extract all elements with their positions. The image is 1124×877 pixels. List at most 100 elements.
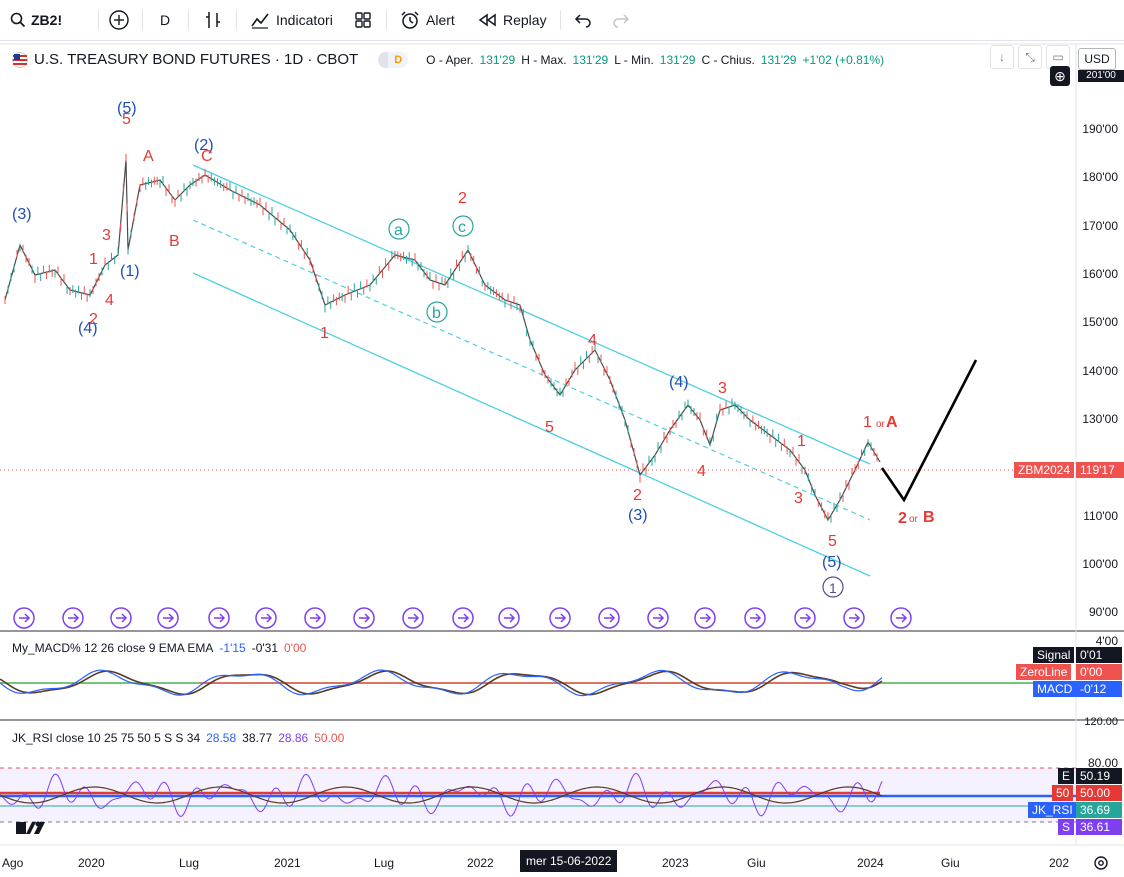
collapse-button[interactable]: ⤡ [1018, 45, 1042, 69]
rsi-value-4: 50.00 [314, 731, 345, 745]
event-marker-icon[interactable] [110, 607, 132, 629]
event-marker-icon[interactable] [62, 607, 84, 629]
event-marker-icon[interactable] [694, 607, 716, 629]
price-tick: 180'00 [1082, 170, 1118, 184]
event-marker-icon[interactable] [549, 607, 571, 629]
wave-label-red[interactable]: 2 [898, 510, 907, 527]
ohlc-low: 131'29 [659, 52, 696, 67]
price-tick: 130'00 [1082, 412, 1118, 426]
chart-title[interactable]: U.S. TREASURY BOND FUTURES · 1D · CBOT [34, 51, 358, 68]
trend-channel[interactable] [192, 164, 871, 577]
rsi-mid-label: 50 [1052, 785, 1074, 801]
macd-value-1: -1'15 [219, 641, 246, 655]
ohlc-close: 131'29 [760, 52, 797, 67]
ohlc-open-label: O - Aper. [426, 52, 474, 67]
time-tick: 2024 [857, 856, 884, 870]
wave-label-red[interactable]: 3 [718, 380, 727, 397]
wave-label-red[interactable]: 2 [89, 311, 98, 328]
wave-label-red[interactable]: 3 [102, 227, 111, 244]
rsi-e-label: E [1058, 768, 1075, 784]
wave-label-red[interactable]: 3 [794, 490, 803, 507]
wave-label-or: or [909, 514, 919, 525]
currency-selector[interactable]: USD [1078, 48, 1116, 70]
event-marker-icon[interactable] [843, 607, 865, 629]
price-tick: 140'00 [1082, 364, 1118, 378]
collapse-icon: ⤡ [1025, 49, 1035, 64]
time-tick: 2022 [467, 856, 494, 870]
rsi-e-value: 50.19 [1076, 768, 1122, 784]
us-flag-icon [12, 51, 28, 68]
wave-label-green[interactable]: b [432, 305, 441, 322]
macd-label: MACD [1033, 681, 1077, 697]
status-dots[interactable]: D [378, 51, 409, 68]
event-marker-icon[interactable] [890, 607, 912, 629]
event-marker-icon[interactable] [208, 607, 230, 629]
currency-label: USD [1084, 52, 1110, 66]
wave-label-red[interactable]: 2 [458, 190, 467, 207]
event-marker-icon[interactable] [598, 607, 620, 629]
event-marker-icon[interactable] [794, 607, 816, 629]
symbol-legend: U.S. TREASURY BOND FUTURES · 1D · CBOT D… [12, 51, 884, 68]
wave-label-blue[interactable]: (3) [628, 507, 648, 524]
wave-label-red[interactable]: 1 [320, 325, 329, 342]
event-marker-icon[interactable] [157, 607, 179, 629]
macd-value: -0'12 [1076, 681, 1122, 697]
time-tick: Giu [747, 856, 766, 870]
wave-label-red[interactable]: 1 [89, 251, 98, 268]
event-marker-icon[interactable] [304, 607, 326, 629]
wave-label-red[interactable]: 4 [588, 332, 597, 349]
wave-label-red[interactable]: 5 [828, 533, 837, 550]
wave-label-green[interactable]: a [394, 222, 403, 239]
macd-axis-top: 4'00 [1095, 634, 1118, 648]
event-marker-icon[interactable] [353, 607, 375, 629]
wave-label-blue[interactable]: (4) [669, 374, 689, 391]
event-marker-icon[interactable] [647, 607, 669, 629]
wave-label-blue[interactable]: (3) [12, 206, 32, 223]
wave-label-red[interactable]: 4 [697, 463, 706, 480]
current-price-tag: 119'17 [1076, 462, 1124, 478]
wave-label-red[interactable]: C [201, 148, 213, 165]
rsi-s-label: S [1058, 819, 1075, 835]
wave-label-red[interactable]: A [886, 414, 898, 431]
wave-label-blue[interactable]: (5) [822, 554, 842, 571]
wave-label-green[interactable]: c [458, 219, 466, 236]
wave-label-red[interactable]: 5 [122, 111, 131, 128]
wave-label-red[interactable]: 1 [797, 433, 806, 450]
ohlc-low-label: L - Min. [614, 52, 654, 67]
wave-label-red[interactable]: 4 [105, 292, 114, 309]
time-tick: Ago [2, 856, 24, 870]
wave-label-blue[interactable]: (1) [120, 263, 140, 280]
time-tick: 2023 [662, 856, 689, 870]
ohlc-close-label: C - Chius. [701, 52, 755, 67]
event-marker-icon[interactable] [452, 607, 474, 629]
add-plus-button[interactable]: ⊕ [1050, 66, 1070, 86]
event-markers[interactable] [13, 607, 912, 629]
wave-label-red[interactable]: B [923, 509, 935, 526]
wave-label-or: or [876, 419, 886, 430]
settings-button[interactable] [1092, 854, 1110, 872]
symbol-price-tag[interactable]: ZBM2024 [1014, 462, 1075, 478]
macd-zeroline-value: 0'00 [1076, 664, 1122, 680]
wave-label-red[interactable]: 5 [545, 419, 554, 436]
macd-legend[interactable]: My_MACD% 12 26 close 9 EMA EMA -1'15 -0'… [12, 641, 306, 655]
wave-label-circled[interactable]: 1 [829, 580, 837, 596]
event-marker-icon[interactable] [744, 607, 766, 629]
wave-label-red[interactable]: B [169, 233, 180, 250]
rsi-s-value: 36.61 [1076, 819, 1122, 835]
price-tick: 100'00 [1082, 557, 1118, 571]
scroll-down-button[interactable]: ↓ [990, 45, 1014, 69]
time-tick: Lug [374, 856, 395, 870]
wave-label-red[interactable]: 2 [633, 487, 642, 504]
event-marker-icon[interactable] [255, 607, 277, 629]
delayed-badge: D [388, 51, 409, 68]
event-marker-icon[interactable] [402, 607, 424, 629]
ohlc-high: 131'29 [572, 52, 609, 67]
event-marker-icon[interactable] [13, 607, 35, 629]
chart-canvas[interactable]: (5) (3) (4) (1) (2) (4) (3) (5) 5 A C 3 … [0, 0, 1124, 877]
price-axis-top-tag: 201'00 [1078, 70, 1124, 82]
wave-label-red[interactable]: A [143, 148, 154, 165]
rsi-legend[interactable]: JK_RSI close 10 25 75 50 5 S S 34 28.58 … [12, 731, 344, 745]
wave-label-red[interactable]: 1 [863, 414, 872, 431]
time-tick: 202 [1049, 856, 1070, 870]
event-marker-icon[interactable] [498, 607, 520, 629]
